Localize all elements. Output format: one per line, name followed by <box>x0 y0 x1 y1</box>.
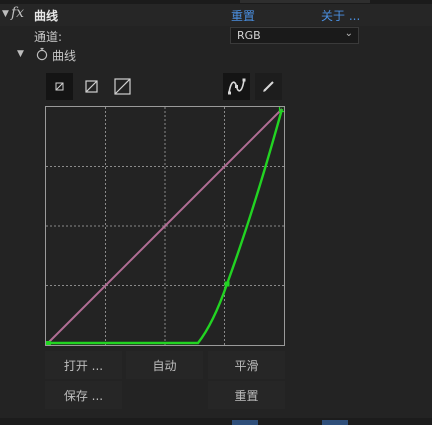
curves-graph-canvas[interactable] <box>46 107 284 345</box>
graph-size-large-button[interactable] <box>109 73 136 100</box>
curves-graph[interactable] <box>45 106 285 346</box>
channel-label: 通道: <box>34 30 63 44</box>
medium-graph-icon <box>85 80 98 93</box>
curve-point-mid[interactable] <box>224 281 230 287</box>
effect-collapse-triangle-icon[interactable]: ▼ <box>2 9 9 19</box>
effect-name: 曲线 <box>34 9 59 23</box>
auto-button[interactable]: 自动 <box>126 351 203 379</box>
fx-icon[interactable]: fx <box>11 5 24 21</box>
graph-size-small-button[interactable] <box>46 73 73 100</box>
effect-about-link[interactable]: 关于 ... <box>321 7 360 24</box>
channel-select[interactable]: RGB ⌄ <box>230 27 359 44</box>
chevron-down-icon: ⌄ <box>344 28 353 39</box>
bezier-tool-button[interactable] <box>223 73 250 100</box>
curves-group-label: 曲线 <box>52 49 77 63</box>
reset-button[interactable]: 重置 <box>208 381 285 409</box>
pencil-icon <box>263 81 274 92</box>
channel-select-value: RGB <box>237 29 261 42</box>
stopwatch-icon[interactable] <box>36 47 48 61</box>
graph-size-medium-button[interactable] <box>78 73 105 100</box>
group-collapse-triangle-icon[interactable]: ▼ <box>17 49 24 59</box>
effect-header-row <box>0 4 432 26</box>
save-button[interactable]: 保存 ... <box>45 381 122 409</box>
smooth-button[interactable]: 平滑 <box>208 351 285 379</box>
curve-point-start[interactable] <box>46 341 51 345</box>
large-graph-icon <box>114 78 131 95</box>
small-graph-icon <box>55 82 64 91</box>
panel-bottom-edge <box>0 418 432 425</box>
effect-reset-link[interactable]: 重置 <box>231 7 255 24</box>
bezier-curve-icon <box>228 78 246 95</box>
pencil-tool-button[interactable] <box>255 73 282 100</box>
open-button[interactable]: 打开 ... <box>45 351 122 379</box>
